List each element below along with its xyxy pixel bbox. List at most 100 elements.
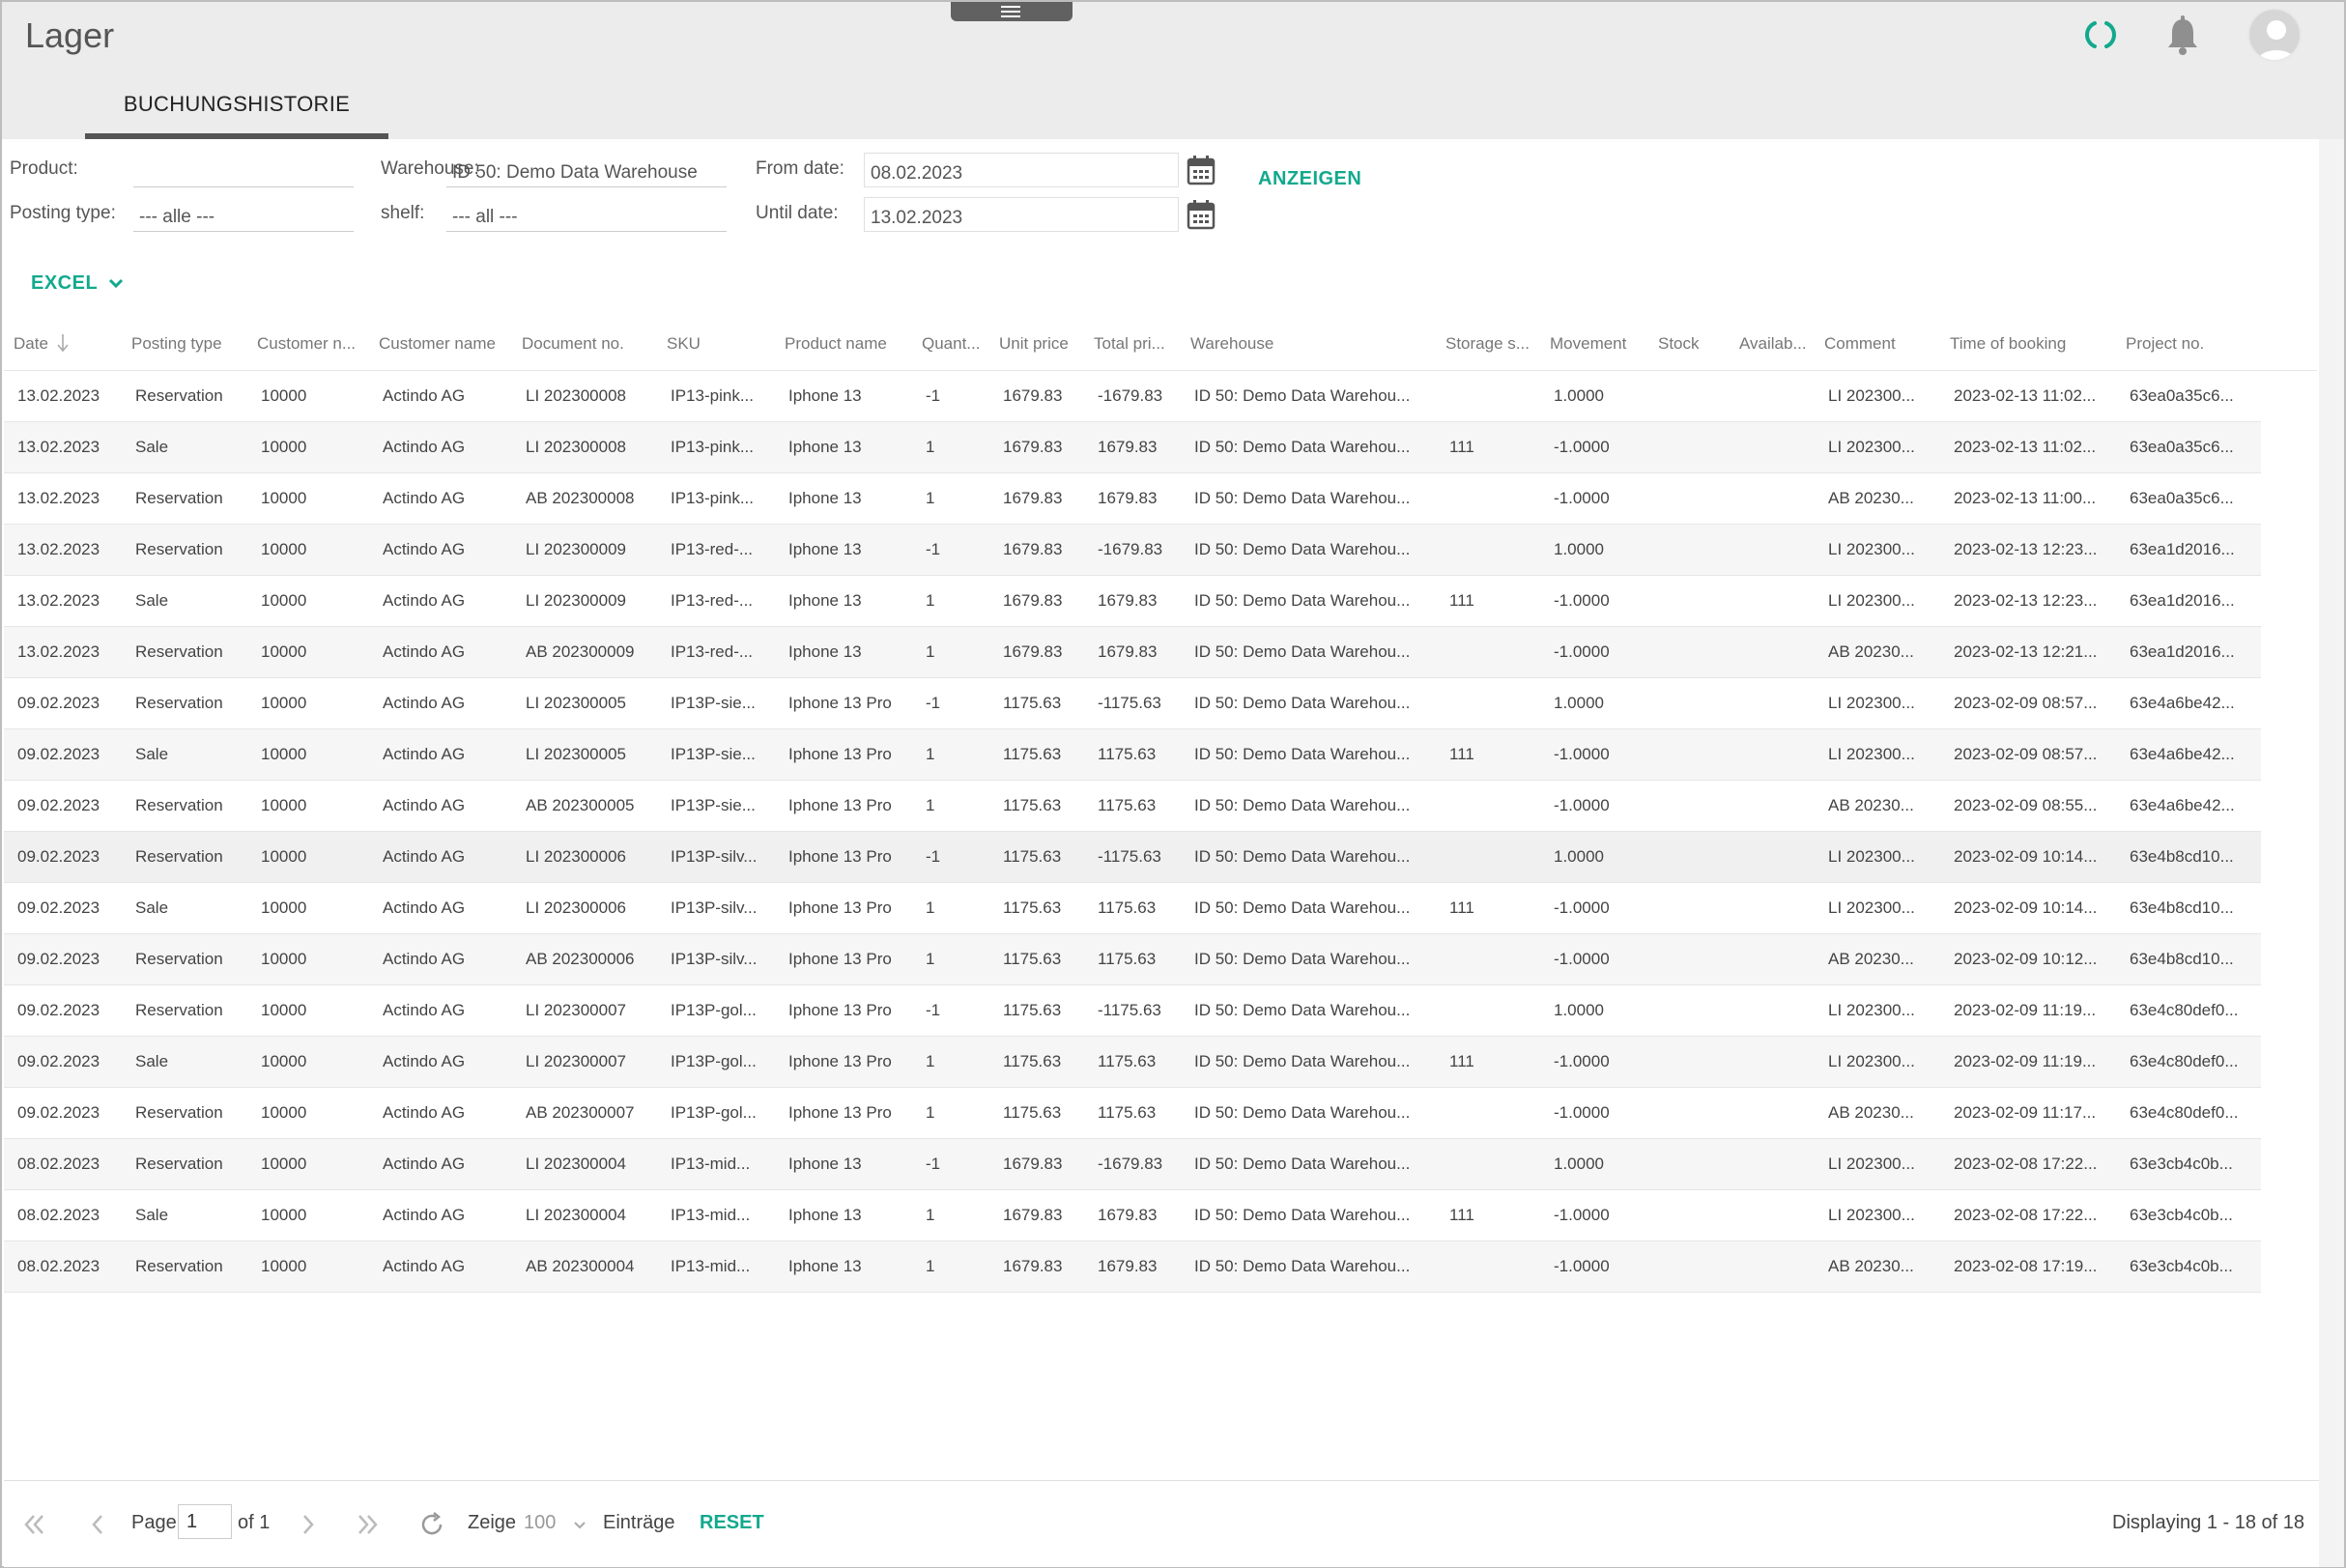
column-header[interactable]: Total pri... [1094,334,1165,354]
table-cell: 10000 [261,694,307,712]
vertical-scrollbar[interactable] [2319,139,2344,1567]
table-row[interactable]: 08.02.2023 Reservation 10000 Actindo AG AB 2… [4,1241,2261,1293]
table-cell: 63e4c80def0... [2130,1001,2239,1019]
table-cell: IP13-pink... [671,489,754,507]
table-cell: ID 50: Demo Data Warehou... [1194,898,1411,917]
show-button[interactable]: ANZEIGEN [1258,168,1361,190]
table-cell: -1 [926,540,941,558]
first-page-icon[interactable] [19,1510,48,1539]
table-cell: Iphone 13 [788,438,862,456]
column-header[interactable]: Product name [785,334,887,354]
column-header[interactable]: Availab... [1739,334,1807,354]
table-cell: 63e4b8cd10... [2130,950,2234,968]
calendar-icon[interactable] [1187,199,1216,230]
from-date-input[interactable]: 08.02.2023 [864,153,1179,187]
column-header[interactable]: SKU [667,334,701,354]
table-cell: 1 [926,745,935,763]
tab-buchungshistorie[interactable]: BUCHUNGSHISTORIE [85,85,388,139]
table-row[interactable]: 09.02.2023 Reservation 10000 Actindo AG AB 2… [4,934,2261,985]
table-cell: 10000 [261,796,307,814]
column-header[interactable]: Quant... [922,334,980,354]
until-date-input[interactable]: 13.02.2023 [864,197,1179,232]
excel-button[interactable]: EXCEL [31,272,125,295]
column-header[interactable]: Project no. [2126,334,2204,354]
shelf-select[interactable]: --- all --- [446,197,727,232]
next-page-icon[interactable] [294,1510,323,1539]
calendar-icon[interactable] [1187,155,1216,185]
posting-type-select[interactable]: --- alle --- [133,197,354,232]
table-cell: 1 [926,489,935,507]
table-cell: IP13-red-... [671,642,754,661]
table-row[interactable]: 13.02.2023 Reservation 10000 Actindo AG LI 2… [4,525,2261,576]
table-cell: 1175.63 [1003,745,1062,763]
table-row[interactable]: 09.02.2023 Reservation 10000 Actindo AG AB 2… [4,1088,2261,1139]
table-cell: Actindo AG [383,950,466,968]
table-cell: 09.02.2023 [17,1001,100,1019]
table-cell: 10000 [261,950,307,968]
table-row[interactable]: 13.02.2023 Reservation 10000 Actindo AG LI 2… [4,371,2261,422]
tab-label: BUCHUNGSHISTORIE [123,92,351,116]
table-row[interactable]: 09.02.2023 Sale 10000 Actindo AG LI 20230000… [4,883,2261,934]
table-cell: 10000 [261,1206,307,1224]
column-header[interactable]: Storage s... [1445,334,1530,354]
table-cell: 1679.83 [1003,489,1063,507]
table-cell: 2023-02-08 17:22... [1954,1155,2098,1173]
table-cell: Actindo AG [383,540,466,558]
table-cell: IP13P-sie... [671,745,756,763]
table-row[interactable]: 13.02.2023 Sale 10000 Actindo AG LI 20230000… [4,576,2261,627]
prev-page-icon[interactable] [83,1510,112,1539]
table-row[interactable]: 08.02.2023 Reservation 10000 Actindo AG LI 2… [4,1139,2261,1190]
table-cell: 63e4a6be42... [2130,694,2235,712]
column-header[interactable]: Customer n... [257,334,356,354]
column-header[interactable]: Warehouse [1190,334,1273,354]
table-cell: ID 50: Demo Data Warehou... [1194,591,1411,610]
column-header[interactable]: Stock [1658,334,1700,354]
table-cell: Sale [135,745,169,763]
refresh-icon[interactable] [417,1510,446,1539]
table-cell: LI 202300... [1828,591,1915,610]
chevron-down-icon[interactable] [572,1520,587,1531]
table-row[interactable]: 13.02.2023 Reservation 10000 Actindo AG AB 2… [4,627,2261,678]
table-cell: ID 50: Demo Data Warehou... [1194,1257,1411,1275]
menu-toggle-button[interactable] [951,2,1073,21]
page-number-input[interactable]: 1 [178,1504,232,1539]
column-header[interactable]: Date [14,334,48,354]
bell-icon[interactable] [2164,15,2201,56]
table-cell: 63ea1d2016... [2130,540,2235,558]
table-row[interactable]: 09.02.2023 Reservation 10000 Actindo AG LI 2… [4,985,2261,1037]
page-count-label: of 1 [238,1512,271,1533]
column-header[interactable]: Customer name [379,334,496,354]
table-cell: IP13-pink... [671,438,754,456]
table-row[interactable]: 13.02.2023 Sale 10000 Actindo AG LI 20230000… [4,422,2261,473]
column-header[interactable]: Document no. [522,334,624,354]
table-cell: -1 [926,1155,941,1173]
column-header[interactable]: Comment [1824,334,1896,354]
page-size-select[interactable]: 100 [524,1512,556,1534]
table-row[interactable]: 09.02.2023 Reservation 10000 Actindo AG LI 2… [4,678,2261,729]
last-page-icon[interactable] [354,1510,383,1539]
table-row[interactable]: 09.02.2023 Reservation 10000 Actindo AG AB 2… [4,781,2261,832]
product-input[interactable] [133,153,354,187]
column-header[interactable]: Posting type [131,334,222,354]
table-cell: 1175.63 [1003,694,1062,712]
sort-down-icon [57,334,69,353]
column-header[interactable]: Unit price [999,334,1069,354]
table-row[interactable]: 13.02.2023 Reservation 10000 Actindo AG AB 2… [4,473,2261,525]
table-row[interactable]: 09.02.2023 Reservation 10000 Actindo AG LI 2… [4,832,2261,883]
table-cell: Actindo AG [383,386,466,405]
table-cell: LI 202300... [1828,898,1915,917]
table-cell: LI 202300... [1828,540,1915,558]
table-cell: ID 50: Demo Data Warehou... [1194,642,1411,661]
table-cell: 2023-02-09 10:14... [1954,898,2098,917]
column-header[interactable]: Time of booking [1950,334,2066,354]
warehouse-select[interactable]: ID 50: Demo Data Warehouse [446,153,727,187]
table-cell: 13.02.2023 [17,438,100,456]
table-cell: IP13P-gol... [671,1001,757,1019]
table-row[interactable]: 08.02.2023 Sale 10000 Actindo AG LI 20230000… [4,1190,2261,1241]
reset-button[interactable]: RESET [700,1512,764,1534]
table-cell: Actindo AG [383,1206,466,1224]
avatar[interactable] [2247,8,2302,62]
table-row[interactable]: 09.02.2023 Sale 10000 Actindo AG LI 20230000… [4,1037,2261,1088]
table-row[interactable]: 09.02.2023 Sale 10000 Actindo AG LI 20230000… [4,729,2261,781]
column-header[interactable]: Movement [1550,334,1626,354]
